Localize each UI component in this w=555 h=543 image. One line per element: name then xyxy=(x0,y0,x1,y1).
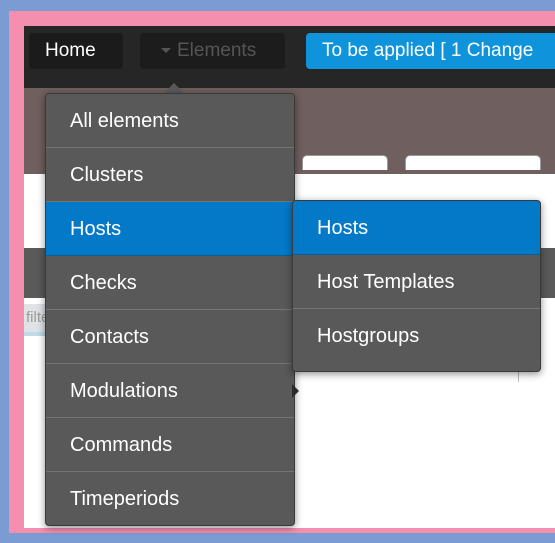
menu-item-commands[interactable]: Commands xyxy=(46,418,294,472)
caret-down-icon xyxy=(161,48,171,54)
elements-dropdown-button[interactable]: Elements xyxy=(140,33,285,69)
tab-outline-right[interactable] xyxy=(405,155,541,170)
menu-item-timeperiods[interactable]: Timeperiods xyxy=(46,472,294,525)
menu-item-contacts[interactable]: Contacts xyxy=(46,310,294,364)
hosts-submenu: Hosts Host Templates Hostgroups xyxy=(292,200,541,372)
menu-item-hosts[interactable]: Hosts xyxy=(46,202,294,256)
submenu-item-host-templates[interactable]: Host Templates xyxy=(293,255,540,309)
submenu-item-hostgroups[interactable]: Hostgroups xyxy=(293,309,540,363)
tab-outline-left[interactable] xyxy=(302,155,388,170)
home-button[interactable]: Home xyxy=(29,33,123,69)
top-navbar: Home Elements To be applied [ 1 Change xyxy=(24,26,555,88)
elements-menu: All elements Clusters Hosts Checks Conta… xyxy=(45,93,295,526)
menu-item-checks[interactable]: Checks xyxy=(46,256,294,310)
submenu-item-hosts[interactable]: Hosts xyxy=(293,201,540,255)
elements-label: Elements xyxy=(177,40,257,61)
menu-item-modulations[interactable]: Modulations xyxy=(46,364,294,418)
to-be-applied-button[interactable]: To be applied [ 1 Change xyxy=(306,33,555,69)
menu-item-clusters[interactable]: Clusters xyxy=(46,148,294,202)
menu-pointer xyxy=(164,83,184,93)
submenu-arrow-icon xyxy=(292,384,299,398)
menu-item-all-elements[interactable]: All elements xyxy=(46,94,294,148)
